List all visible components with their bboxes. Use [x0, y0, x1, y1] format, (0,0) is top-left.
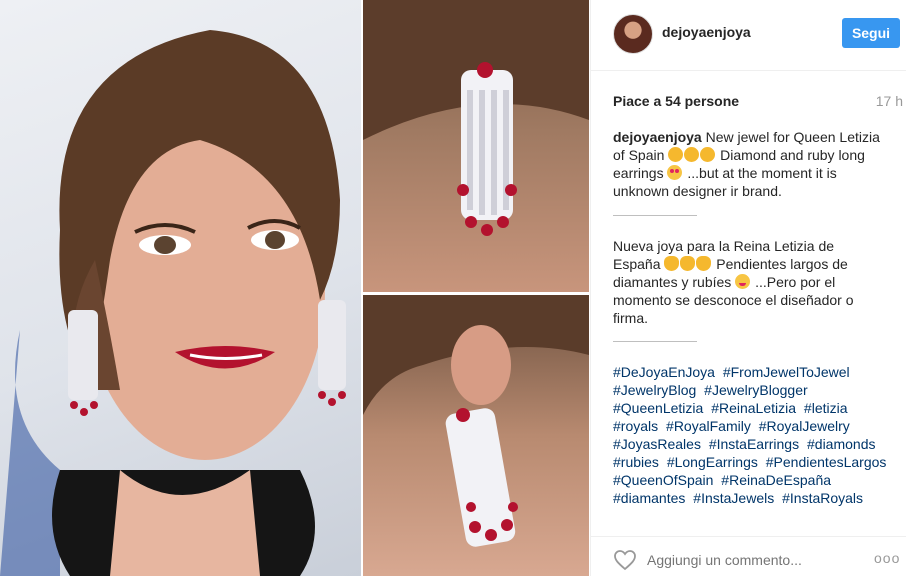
hashtag-link[interactable]: #diamantes — [613, 490, 685, 506]
comment-bar: ooo — [591, 536, 906, 577]
likes-count[interactable]: Piace a 54 persone — [613, 93, 739, 109]
post-timestamp[interactable]: 17 h — [876, 93, 903, 109]
hashtag-link[interactable]: #LongEarrings — [667, 454, 758, 470]
follow-button[interactable]: Segui — [842, 18, 900, 48]
post-header: dejoyaenjoya Segui — [591, 0, 906, 71]
avatar[interactable] — [613, 14, 653, 54]
heart-outline-icon[interactable] — [613, 549, 637, 571]
ok-hand-icon — [664, 256, 680, 271]
post-side-panel: dejoyaenjoya Segui Piace a 54 persone 17… — [590, 0, 906, 576]
hashtag-link[interactable]: #ReinaLetizia — [711, 400, 796, 416]
comment-input[interactable] — [647, 552, 847, 568]
photo-queen-portrait — [0, 0, 361, 576]
hashtag-link[interactable]: #rubies — [613, 454, 659, 470]
hashtag-link[interactable]: #InstaRoyals — [782, 490, 863, 506]
hashtag-link[interactable]: #JoyasReales — [613, 436, 701, 452]
hashtag-link[interactable]: #QueenLetizia — [613, 400, 703, 416]
more-options-icon[interactable]: ooo — [874, 550, 900, 566]
hashtag-link[interactable]: #RoyalFamily — [666, 418, 751, 434]
hashtag-link[interactable]: #QueenOfSpain — [613, 472, 713, 488]
divider — [613, 215, 697, 216]
photo-earring-closeup-bottom — [363, 295, 589, 576]
hashtag-link[interactable]: #InstaJewels — [693, 490, 774, 506]
wink-tongue-icon — [735, 274, 751, 289]
hashtag-link[interactable]: #RoyalJewelry — [759, 418, 850, 434]
ok-hand-icon — [680, 256, 696, 271]
caption-username[interactable]: dejoyaenjoya — [613, 129, 702, 145]
clapping-hands-icon — [684, 147, 700, 162]
hashtag-link[interactable]: #InstaEarrings — [709, 436, 799, 452]
post-image-collage[interactable] — [0, 0, 589, 576]
hashtag-link[interactable]: #JewelryBlogger — [704, 382, 808, 398]
hashtag-link[interactable]: #DeJoyaEnJoya — [613, 364, 715, 380]
likes-row: Piace a 54 persone 17 h — [613, 93, 903, 109]
hashtag-link[interactable]: #FromJewelToJewel — [723, 364, 850, 380]
hashtag-list: #DeJoyaEnJoya #FromJewelToJewel #Jewelry… — [613, 363, 893, 507]
clapping-hands-icon — [668, 147, 684, 162]
hashtag-link[interactable]: #ReinaDeEspaña — [721, 472, 831, 488]
heart-eyes-icon — [667, 165, 683, 180]
divider — [613, 341, 697, 342]
hashtag-link[interactable]: #PendientesLargos — [766, 454, 887, 470]
hashtag-link[interactable]: #diamonds — [807, 436, 876, 452]
clapping-hands-icon — [700, 147, 716, 162]
hashtag-link[interactable]: #JewelryBlog — [613, 382, 696, 398]
caption-es: Nueva joya para la Reina Letizia de Espa… — [613, 237, 883, 327]
hashtag-link[interactable]: #royals — [613, 418, 658, 434]
hashtag-link[interactable]: #letizia — [804, 400, 848, 416]
username-link[interactable]: dejoyaenjoya — [662, 24, 751, 40]
caption-en: dejoyaenjoya New jewel for Queen Letizia… — [613, 128, 883, 200]
ok-hand-icon — [696, 256, 712, 271]
photo-earring-closeup-top — [363, 0, 589, 292]
